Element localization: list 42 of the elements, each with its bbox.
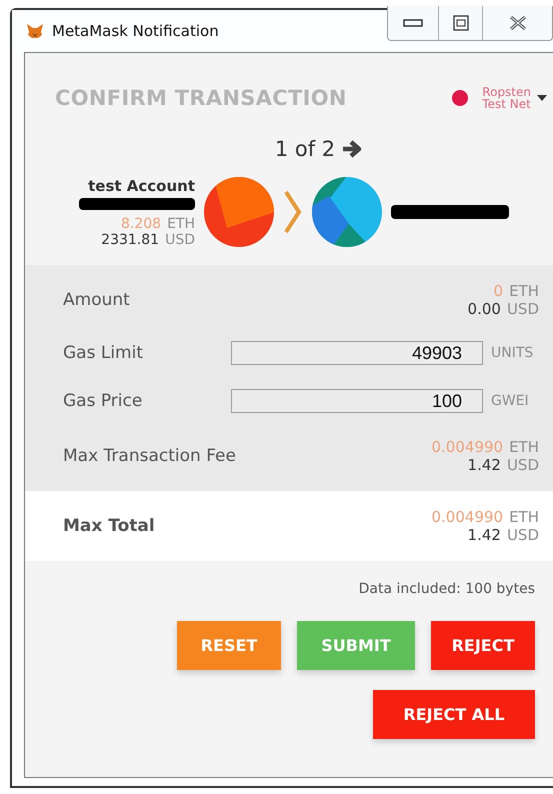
eth-unit: ETH — [167, 216, 195, 232]
total-label: Max Total — [63, 516, 155, 536]
usd-unit: USD — [506, 456, 539, 474]
eth-amount: 0 — [494, 282, 504, 300]
window-title: MetaMask Notification — [52, 22, 220, 40]
usd-unit: USD — [506, 300, 539, 318]
close-icon — [508, 15, 528, 31]
data-note: Data included: 100 bytes — [358, 581, 535, 597]
row-label: Gas Price — [63, 391, 142, 411]
eth-unit: ETH — [509, 508, 539, 526]
input-field[interactable]: 100 — [231, 389, 483, 413]
eth-amount: 0.004990 — [432, 508, 504, 526]
usd-amount: 1.42 — [468, 456, 501, 474]
pagination-text: 1 of 2 — [274, 137, 336, 161]
row-label: Gas Limit — [63, 343, 143, 363]
unit-label: GWEI — [491, 393, 530, 409]
eth-unit: ETH — [509, 282, 539, 300]
reject-button[interactable]: REJECT — [431, 621, 535, 670]
row-label: Amount — [63, 290, 130, 310]
dropdown-caret-icon[interactable] — [537, 95, 547, 101]
usd-unit: USD — [506, 526, 539, 544]
input-field[interactable]: 49903 — [231, 341, 483, 365]
next-arrow-icon[interactable] — [341, 139, 364, 159]
eth-amount: 0.004990 — [432, 438, 504, 456]
usd-amount: 1.42 — [468, 526, 501, 544]
fox-icon — [26, 23, 44, 39]
reset-button[interactable]: RESET — [177, 621, 281, 670]
row-label: Max Transaction Fee — [63, 446, 236, 466]
usd-balance: 2331.81 — [101, 232, 160, 248]
chevron-right-icon — [283, 190, 303, 234]
maximize-icon — [452, 15, 468, 31]
usd-amount: 0.00 — [468, 300, 501, 318]
minimize-icon — [403, 18, 423, 28]
network-name[interactable]: Ropsten Test Net — [482, 86, 531, 110]
unit-label: UNITS — [491, 345, 534, 361]
reject-all-button[interactable]: REJECT ALL — [373, 690, 535, 739]
eth-balance: 8.208 — [120, 216, 162, 232]
submit-button[interactable]: SUBMIT — [297, 621, 415, 670]
usd-unit: USD — [165, 232, 195, 248]
page-title: CONFIRM TRANSACTION — [55, 86, 348, 110]
eth-unit: ETH — [509, 438, 539, 456]
account-name: test Account — [88, 176, 195, 194]
